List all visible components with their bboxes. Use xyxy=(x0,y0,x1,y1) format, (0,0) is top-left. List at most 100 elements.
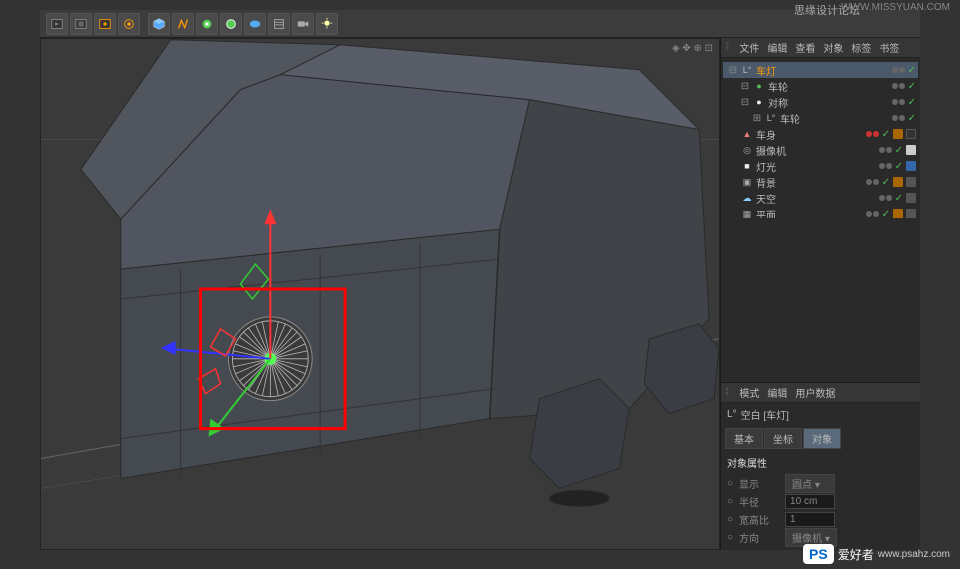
attr-subtab-basic[interactable]: 基本 xyxy=(725,428,763,449)
tree-item[interactable]: ▣背景✓ xyxy=(723,174,918,190)
object-tag-icon[interactable] xyxy=(906,129,916,139)
attr-label: 显示 xyxy=(739,476,779,491)
enable-check-icon[interactable]: ✓ xyxy=(895,161,903,172)
enable-check-icon[interactable]: ✓ xyxy=(908,97,916,108)
render-active-button[interactable] xyxy=(94,13,116,35)
object-tag-icon[interactable] xyxy=(893,177,903,187)
visibility-dots-icon[interactable] xyxy=(892,99,905,105)
enable-check-icon[interactable]: ✓ xyxy=(908,81,916,92)
watermark-bottom: PS 爱好者 www.psahz.com xyxy=(803,544,950,564)
tree-item[interactable]: ☁天空✓ xyxy=(723,190,918,206)
render-settings-button[interactable] xyxy=(118,13,140,35)
enable-check-icon[interactable]: ✓ xyxy=(882,129,890,140)
spline-pen-button[interactable] xyxy=(172,13,194,35)
visibility-dots-icon[interactable] xyxy=(879,147,892,153)
object-tag-icon[interactable] xyxy=(906,193,916,203)
expand-toggle-icon[interactable]: ⊞ xyxy=(752,113,762,124)
main-toolbar xyxy=(40,10,920,38)
attr-subtabs: 基本 坐标 对象 xyxy=(721,426,920,451)
attr-subtab-coord[interactable]: 坐标 xyxy=(764,428,802,449)
visibility-dots-icon[interactable] xyxy=(879,195,892,201)
attr-label: 半径 xyxy=(739,494,779,509)
attr-dropdown[interactable]: 圆点 ▾ xyxy=(785,474,835,493)
object-tag-icon[interactable] xyxy=(906,161,916,171)
enable-check-icon[interactable]: ✓ xyxy=(882,209,890,219)
deformer-button[interactable] xyxy=(220,13,242,35)
expand-toggle-icon[interactable]: ⊟ xyxy=(740,81,750,92)
render-region-button[interactable] xyxy=(70,13,92,35)
attr-tab-userdata[interactable]: 用户数据 xyxy=(795,385,835,400)
light-button[interactable] xyxy=(316,13,338,35)
obj-tab-tags[interactable]: 标签 xyxy=(851,40,871,55)
tree-item-label[interactable]: 摄像机 xyxy=(756,143,876,158)
tree-item-label[interactable]: 对称 xyxy=(768,95,889,110)
tree-item-label[interactable]: 车身 xyxy=(756,127,863,142)
attr-bullet-icon: ○ xyxy=(727,496,733,507)
attr-label: 方向 xyxy=(739,530,779,545)
field-button[interactable] xyxy=(268,13,290,35)
attr-section-title: 对象属性 xyxy=(727,455,914,470)
object-type-icon: ▦ xyxy=(741,208,753,218)
visibility-dots-icon[interactable] xyxy=(892,83,905,89)
visibility-dots-icon[interactable] xyxy=(866,131,879,137)
visibility-dots-icon[interactable] xyxy=(866,211,879,217)
environment-button[interactable] xyxy=(244,13,266,35)
obj-tab-edit[interactable]: 编辑 xyxy=(767,40,787,55)
enable-check-icon[interactable]: ✓ xyxy=(882,177,890,188)
obj-tab-object[interactable]: 对象 xyxy=(823,40,843,55)
primitive-cube-button[interactable] xyxy=(148,13,170,35)
tree-item[interactable]: ▲车身✓ xyxy=(723,126,918,142)
tree-item-label[interactable]: 灯光 xyxy=(756,159,876,174)
object-tag-icon[interactable] xyxy=(906,145,916,155)
expand-toggle-icon[interactable]: ⊟ xyxy=(728,65,738,76)
tree-item[interactable]: ■灯光 ✓ xyxy=(723,158,918,174)
visibility-dots-icon[interactable] xyxy=(879,163,892,169)
tree-item[interactable]: ▦平面 ✓ xyxy=(723,206,918,218)
tree-item-label[interactable]: 车轮 xyxy=(780,111,889,126)
panel-grip-icon[interactable]: ⁞⁞⁞ xyxy=(725,42,727,53)
generator-button[interactable] xyxy=(196,13,218,35)
tree-item-label[interactable]: 背景 xyxy=(756,175,863,190)
object-tree[interactable]: ⊟L°车灯✓⊟●车轮✓⊟●对称✓⊞L°车轮✓▲车身✓◎摄像机✓■灯光✓▣背景✓☁… xyxy=(721,58,920,218)
visibility-dots-icon[interactable] xyxy=(892,67,905,73)
tree-item[interactable]: ⊟●对称 ✓ xyxy=(723,94,918,110)
attr-tab-edit[interactable]: 编辑 xyxy=(767,385,787,400)
object-tag-icon[interactable] xyxy=(893,129,903,139)
enable-check-icon[interactable]: ✓ xyxy=(895,193,903,204)
enable-check-icon[interactable]: ✓ xyxy=(895,145,903,156)
camera-button[interactable] xyxy=(292,13,314,35)
object-tag-icon[interactable] xyxy=(906,209,916,218)
tree-item[interactable]: ⊞L°车轮✓ xyxy=(723,110,918,126)
visibility-dots-icon[interactable] xyxy=(866,179,879,185)
object-type-icon: ● xyxy=(753,96,765,108)
obj-tab-bookmarks[interactable]: 书签 xyxy=(879,40,899,55)
tree-item-label[interactable]: 车灯 xyxy=(756,63,889,78)
expand-toggle-icon[interactable]: ⊟ xyxy=(740,97,750,108)
viewport-3d[interactable]: ◈ ✥ ⊕ ⊡ xyxy=(40,38,720,550)
enable-check-icon[interactable]: ✓ xyxy=(908,113,916,124)
object-type-icon: ■ xyxy=(741,160,753,172)
attr-object-title: L° 空白 [车灯] xyxy=(721,403,920,426)
obj-tab-view[interactable]: 查看 xyxy=(795,40,815,55)
tree-item-label[interactable]: 平面 xyxy=(756,207,863,219)
attr-row: ○ 半径 10 cm xyxy=(727,492,914,510)
attr-input[interactable]: 10 cm xyxy=(785,494,835,509)
enable-check-icon[interactable]: ✓ xyxy=(908,65,916,76)
attr-subtab-object[interactable]: 对象 xyxy=(803,428,841,449)
tree-item[interactable]: ⊟●车轮✓ xyxy=(723,78,918,94)
object-tag-icon[interactable] xyxy=(893,209,903,218)
tree-item[interactable]: ◎摄像机✓ xyxy=(723,142,918,158)
object-tag-icon[interactable] xyxy=(906,177,916,187)
attribute-manager: ⁞⁞⁞ 模式 编辑 用户数据 L° 空白 [车灯] 基本 坐标 对象 对象属性 … xyxy=(721,382,920,550)
attr-tab-mode[interactable]: 模式 xyxy=(739,385,759,400)
render-button[interactable] xyxy=(46,13,68,35)
panel-grip-icon[interactable]: ⁞⁞⁞ xyxy=(725,387,727,398)
tree-item-label[interactable]: 车轮 xyxy=(768,79,889,94)
attr-input[interactable]: 1 xyxy=(785,512,835,527)
obj-tab-file[interactable]: 文件 xyxy=(739,40,759,55)
ps-text: 爱好者 xyxy=(838,546,874,563)
tree-item-label[interactable]: 天空 xyxy=(756,191,876,206)
visibility-dots-icon[interactable] xyxy=(892,115,905,121)
tree-item[interactable]: ⊟L°车灯✓ xyxy=(723,62,918,78)
attr-label: 宽高比 xyxy=(739,512,779,527)
